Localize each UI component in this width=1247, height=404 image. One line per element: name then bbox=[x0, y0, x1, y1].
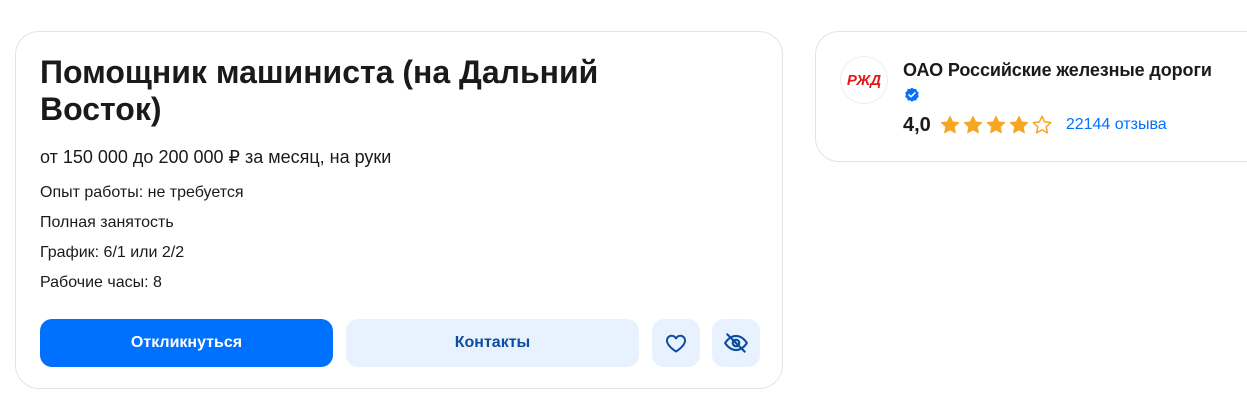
company-rating: 4,0 22144 отзыва bbox=[903, 113, 1167, 137]
star-filled-icon bbox=[940, 115, 959, 134]
vacancy-salary: от 150 000 до 200 000 ₽ за месяц, на рук… bbox=[40, 147, 392, 167]
star-filled-icon bbox=[1009, 115, 1028, 134]
rating-stars bbox=[939, 114, 1054, 136]
favorite-button[interactable] bbox=[652, 319, 700, 367]
apply-button[interactable]: Откликнуться bbox=[40, 319, 333, 367]
star-filled-icon bbox=[963, 115, 982, 134]
reviews-link[interactable]: 22144 отзыва bbox=[1066, 116, 1167, 134]
rzd-logo-icon: РЖД bbox=[847, 72, 881, 89]
eye-off-icon bbox=[724, 333, 748, 353]
vacancy-card: Помощник машиниста (на Дальний Восток) о… bbox=[15, 31, 783, 389]
vacancy-experience: Опыт работы: не требуется bbox=[40, 184, 244, 201]
logo-text: РЖД bbox=[847, 72, 881, 89]
rating-value: 4,0 bbox=[903, 114, 931, 136]
company-card: РЖД ОАО Российские железные дороги 4,0 2… bbox=[815, 31, 1247, 162]
star-filled-icon bbox=[986, 115, 1005, 134]
company-logo[interactable]: РЖД bbox=[840, 56, 888, 104]
vacancy-schedule: График: 6/1 или 2/2 bbox=[40, 244, 185, 261]
vacancy-title: Помощник машиниста (на Дальний Восток) bbox=[40, 54, 599, 127]
heart-icon bbox=[666, 334, 686, 353]
contacts-button[interactable]: Контакты bbox=[346, 319, 639, 367]
hide-vacancy-button[interactable] bbox=[712, 319, 760, 367]
vacancy-employment: Полная занятость bbox=[40, 214, 174, 231]
verified-badge-icon bbox=[905, 87, 919, 102]
star-empty-icon bbox=[1032, 115, 1052, 134]
company-name-link[interactable]: ОАО Российские железные дороги bbox=[903, 59, 1212, 81]
vacancy-hours: Рабочие часы: 8 bbox=[40, 274, 162, 291]
